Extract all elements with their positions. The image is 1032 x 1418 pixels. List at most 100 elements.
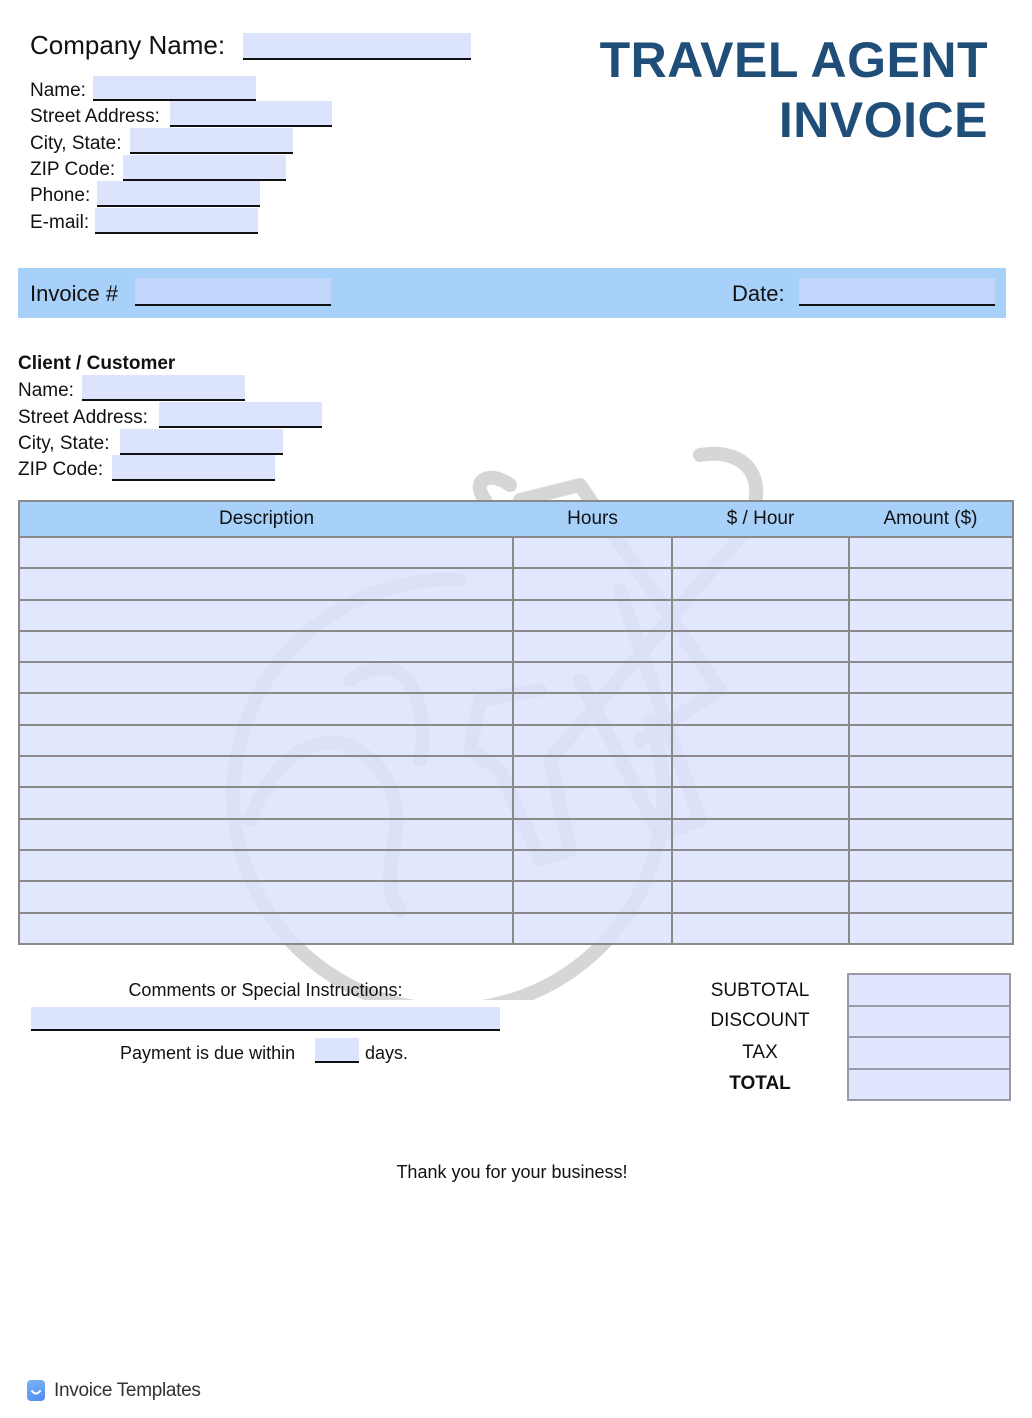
date-label: Date: — [732, 281, 785, 306]
description-cell[interactable] — [18, 598, 514, 632]
rate-cell[interactable] — [671, 535, 850, 570]
hours-cell[interactable] — [512, 661, 673, 695]
description-cell[interactable] — [18, 817, 514, 851]
hours-cell[interactable] — [512, 629, 673, 664]
company-name-field[interactable] — [243, 33, 471, 60]
description-cell[interactable] — [18, 692, 514, 726]
rate-cell[interactable] — [671, 817, 850, 851]
rate-cell[interactable] — [671, 661, 850, 695]
rate-cell[interactable] — [671, 692, 850, 726]
hours-cell[interactable] — [512, 911, 673, 945]
hours-cell[interactable] — [512, 880, 673, 914]
table-row — [18, 911, 1014, 945]
description-cell[interactable] — [18, 723, 514, 758]
amount-cell[interactable] — [848, 535, 1014, 570]
client-zip-label: ZIP Code: — [18, 459, 104, 480]
company-city-label: City, State: — [30, 133, 122, 154]
table-header-row: Description Hours $ / Hour Amount ($) — [18, 500, 1014, 537]
company-street-field[interactable] — [170, 101, 332, 127]
company-phone-field[interactable] — [97, 181, 260, 207]
client-street-label: Street Address: — [18, 407, 148, 428]
description-cell[interactable] — [18, 880, 514, 914]
company-email-field[interactable] — [95, 208, 258, 234]
amount-cell[interactable] — [848, 911, 1014, 945]
subtotal-field[interactable] — [847, 973, 1011, 1007]
table-row — [18, 755, 1014, 789]
description-cell[interactable] — [18, 755, 514, 789]
table-row — [18, 880, 1014, 914]
rate-cell[interactable] — [671, 629, 850, 664]
rate-cell[interactable] — [671, 598, 850, 632]
smile-badge-icon — [27, 1380, 45, 1401]
column-header-amount: Amount ($) — [849, 500, 1014, 537]
table-row — [18, 723, 1014, 758]
client-city-field[interactable] — [120, 429, 283, 455]
date-field[interactable] — [799, 278, 995, 306]
description-cell[interactable] — [18, 535, 514, 570]
hours-cell[interactable] — [512, 848, 673, 883]
discount-label: DISCOUNT — [710, 1010, 810, 1031]
invoice-number-field[interactable] — [135, 278, 331, 306]
amount-cell[interactable] — [848, 817, 1014, 851]
rate-cell[interactable] — [671, 911, 850, 945]
rate-cell[interactable] — [671, 880, 850, 914]
rate-cell[interactable] — [671, 848, 850, 883]
hours-cell[interactable] — [512, 755, 673, 789]
payment-terms-suffix: days. — [365, 1043, 409, 1063]
total-field[interactable] — [847, 1067, 1011, 1101]
discount-field[interactable] — [847, 1004, 1011, 1038]
document-title-line1: TRAVEL AGENT — [599, 32, 988, 88]
client-street-field[interactable] — [159, 402, 322, 428]
table-row — [18, 661, 1014, 695]
hours-cell[interactable] — [512, 598, 673, 632]
invoice-info-band: Invoice # Date: — [18, 268, 1006, 318]
description-cell[interactable] — [18, 567, 514, 601]
table-row — [18, 629, 1014, 664]
hours-cell[interactable] — [512, 535, 673, 570]
hours-cell[interactable] — [512, 723, 673, 758]
table-row — [18, 535, 1014, 570]
invoice-number-label: Invoice # — [30, 281, 119, 306]
hours-cell[interactable] — [512, 692, 673, 726]
description-cell[interactable] — [18, 661, 514, 695]
amount-cell[interactable] — [848, 786, 1014, 820]
amount-cell[interactable] — [848, 755, 1014, 789]
company-person-name-field[interactable] — [93, 76, 256, 101]
table-row — [18, 598, 1014, 632]
amount-cell[interactable] — [848, 567, 1014, 601]
payment-terms-prefix: Payment is due within — [120, 1043, 296, 1063]
description-cell[interactable] — [18, 629, 514, 664]
client-zip-field[interactable] — [112, 455, 275, 481]
column-header-rate: $ / Hour — [672, 500, 849, 537]
rate-cell[interactable] — [671, 786, 850, 820]
tax-field[interactable] — [847, 1036, 1011, 1070]
line-items-body — [18, 535, 1014, 945]
amount-cell[interactable] — [848, 848, 1014, 883]
company-city-field[interactable] — [130, 128, 293, 154]
amount-cell[interactable] — [848, 598, 1014, 632]
hours-cell[interactable] — [512, 567, 673, 601]
rate-cell[interactable] — [671, 567, 850, 601]
company-zip-label: ZIP Code: — [30, 159, 116, 180]
hours-cell[interactable] — [512, 817, 673, 851]
amount-cell[interactable] — [848, 692, 1014, 726]
company-name-person-label: Name: — [30, 80, 86, 101]
hours-cell[interactable] — [512, 786, 673, 820]
client-heading: Client / Customer — [18, 353, 176, 374]
rate-cell[interactable] — [671, 755, 850, 789]
rate-cell[interactable] — [671, 723, 850, 758]
amount-cell[interactable] — [848, 880, 1014, 914]
payment-days-field[interactable] — [315, 1038, 359, 1063]
description-cell[interactable] — [18, 911, 514, 945]
table-row — [18, 786, 1014, 820]
comments-field[interactable] — [31, 1007, 500, 1031]
company-zip-field[interactable] — [123, 155, 286, 181]
description-cell[interactable] — [18, 848, 514, 883]
description-cell[interactable] — [18, 786, 514, 820]
amount-cell[interactable] — [848, 629, 1014, 664]
amount-cell[interactable] — [848, 661, 1014, 695]
subtotal-label: SUBTOTAL — [710, 980, 810, 1001]
amount-cell[interactable] — [848, 723, 1014, 758]
client-name-field[interactable] — [82, 375, 245, 401]
totals-table — [847, 973, 1011, 1101]
